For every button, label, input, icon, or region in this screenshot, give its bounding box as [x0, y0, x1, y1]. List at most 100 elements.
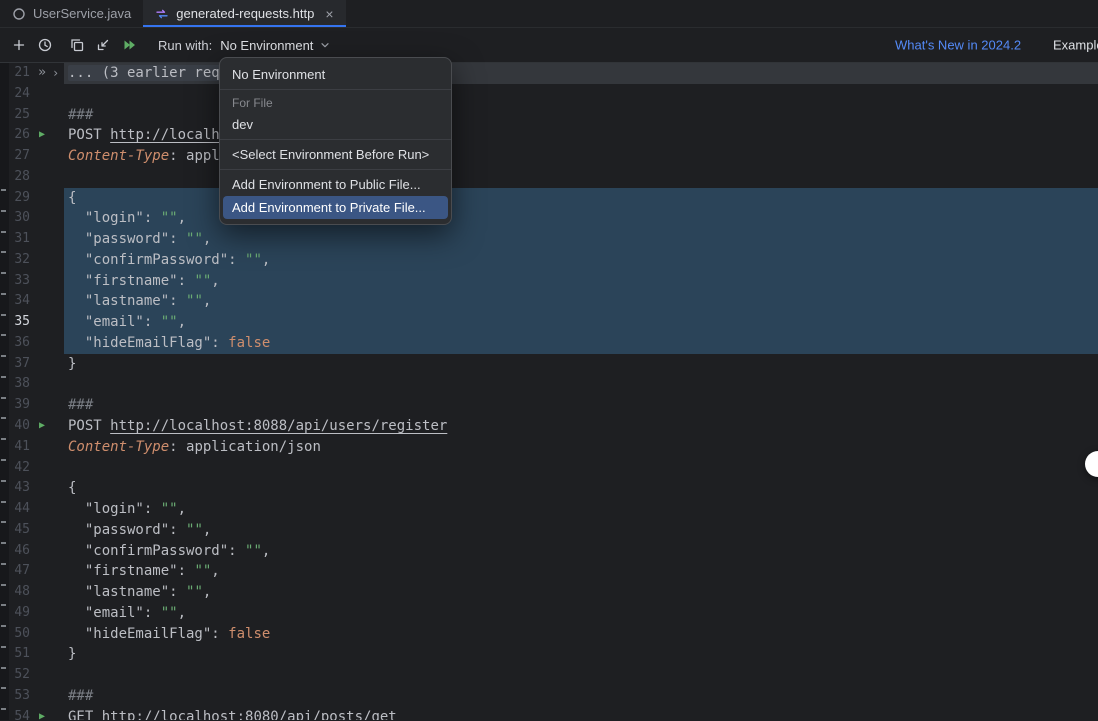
dropdown-item[interactable]: Add Environment to Public File... — [220, 173, 451, 196]
dropdown-item[interactable]: dev — [220, 113, 451, 136]
code-segment-k: "login" — [85, 501, 144, 517]
dropdown-item[interactable]: No Environment — [220, 63, 451, 86]
line-content[interactable] — [64, 458, 1098, 479]
whats-new-link[interactable]: What's New in 2024.2 — [895, 38, 1021, 53]
code-segment-p: : — [169, 293, 186, 309]
line-content[interactable]: "hideEmailFlag": false — [64, 624, 1098, 645]
code-segment-s: "" — [245, 252, 262, 268]
code-segment-k: "password" — [85, 522, 169, 538]
line-content[interactable]: } — [64, 354, 1098, 375]
history-button[interactable] — [32, 32, 58, 58]
environment-combobox[interactable]: No Environment — [214, 35, 337, 56]
left-edge-mark — [1, 251, 6, 253]
code-segment-s: "" — [194, 273, 211, 289]
run-request-icon[interactable]: ▶ — [32, 416, 52, 437]
close-tab-icon[interactable]: × — [325, 7, 333, 21]
line-content[interactable]: "password": "", — [64, 520, 1098, 541]
code-segment-w: false — [228, 626, 270, 642]
java-class-icon — [12, 7, 26, 21]
copy-button[interactable] — [64, 32, 90, 58]
line-content[interactable]: POST http://localhost:8088/api/users/reg… — [64, 416, 1098, 437]
line-content[interactable]: ### — [64, 395, 1098, 416]
code-segment-p — [68, 522, 85, 538]
line-content[interactable]: "login": "", — [64, 499, 1098, 520]
line-content[interactable]: "confirmPassword": "", — [64, 250, 1098, 271]
line-content[interactable]: "firstname": "", — [64, 561, 1098, 582]
folded-requests-icon[interactable]: » — [32, 63, 52, 84]
gutter: 27 — [0, 146, 64, 167]
run-all-requests-button[interactable] — [116, 32, 142, 58]
line-content[interactable]: "hideEmailFlag": false — [64, 333, 1098, 354]
code-segment-p: , — [262, 543, 270, 559]
editor-line-24: 24 — [0, 84, 1098, 105]
code-segment-c: ### — [68, 397, 93, 413]
code-segment-p — [102, 127, 110, 143]
gutter: 21»› — [0, 63, 64, 84]
code-segment-k: "firstname" — [85, 273, 178, 289]
line-content[interactable]: "lastname": "", — [64, 291, 1098, 312]
line-content[interactable]: } — [64, 644, 1098, 665]
code-segment-p: : — [144, 314, 161, 330]
tab-generated-requests-http[interactable]: generated-requests.http × — [143, 0, 345, 27]
line-content[interactable]: "email": "", — [64, 312, 1098, 333]
gutter: 39 — [0, 395, 64, 416]
editor-line-49: 49 "email": "", — [0, 603, 1098, 624]
gutter: 45 — [0, 520, 64, 541]
left-edge-mark — [1, 293, 6, 295]
gutter: 41 — [0, 437, 64, 458]
editor[interactable]: 21»›... (3 earlier requests)2425###26▶PO… — [0, 63, 1098, 720]
examples-button[interactable]: Examples — [1053, 38, 1098, 53]
line-content[interactable]: "confirmPassword": "", — [64, 541, 1098, 562]
code-segment-p — [68, 273, 85, 289]
gutter: 51 — [0, 644, 64, 665]
gutter: 29 — [0, 188, 64, 209]
gutter: 43 — [0, 478, 64, 499]
editor-line-25: 25### — [0, 105, 1098, 126]
editor-line-41: 41Content-Type: application/json — [0, 437, 1098, 458]
code-segment-p: : — [144, 605, 161, 621]
add-request-button[interactable] — [6, 32, 32, 58]
left-edge-mark — [1, 604, 6, 606]
line-content[interactable]: "password": "", — [64, 229, 1098, 250]
code-segment-p — [68, 501, 85, 517]
code-segment-p: { — [68, 190, 76, 206]
code-segment-p: : — [178, 273, 195, 289]
run-request-icon[interactable]: ▶ — [32, 707, 52, 720]
fold-chevron-icon[interactable]: › — [52, 63, 64, 84]
editor-line-46: 46 "confirmPassword": "", — [0, 541, 1098, 562]
line-content[interactable]: "lastname": "", — [64, 582, 1098, 603]
editor-line-47: 47 "firstname": "", — [0, 561, 1098, 582]
dropdown-item[interactable]: <Select Environment Before Run> — [220, 143, 451, 166]
gutter: 36 — [0, 333, 64, 354]
line-content[interactable]: GET http://localhost:8080/api/posts/get — [64, 707, 1098, 720]
dropdown-item[interactable]: Add Environment to Private File... — [223, 196, 448, 219]
code-segment-p: : application/json — [169, 439, 321, 455]
code-segment-s: "" — [186, 293, 203, 309]
code-segment-h: Content-Type — [68, 439, 169, 455]
gutter: 52 — [0, 665, 64, 686]
tab-userservice-java[interactable]: UserService.java — [0, 0, 143, 27]
editor-line-28: 28 — [0, 167, 1098, 188]
line-content[interactable]: "email": "", — [64, 603, 1098, 624]
gutter: 42 — [0, 458, 64, 479]
line-content[interactable] — [64, 374, 1098, 395]
code-segment-p — [68, 543, 85, 559]
left-edge-mark — [1, 584, 6, 586]
code-segment-p — [68, 231, 85, 247]
gutter: 35 — [0, 312, 64, 333]
line-content[interactable]: { — [64, 478, 1098, 499]
editor-lines: 21»›... (3 earlier requests)2425###26▶PO… — [0, 63, 1098, 720]
editor-line-26: 26▶POST http://localhost:8088/api/users/… — [0, 125, 1098, 146]
run-request-icon[interactable]: ▶ — [32, 125, 52, 146]
line-content[interactable] — [64, 665, 1098, 686]
line-content[interactable]: ### — [64, 686, 1098, 707]
run-all-icon — [121, 37, 137, 53]
editor-line-33: 33 "firstname": "", — [0, 271, 1098, 292]
ide-window: UserService.java generated-requests.http… — [0, 0, 1098, 721]
line-content[interactable]: Content-Type: application/json — [64, 437, 1098, 458]
left-edge-mark — [1, 397, 6, 399]
dropdown-separator — [220, 139, 451, 140]
convert-from-curl-button[interactable] — [90, 32, 116, 58]
left-edge-mark — [1, 646, 6, 648]
line-content[interactable]: "firstname": "", — [64, 271, 1098, 292]
